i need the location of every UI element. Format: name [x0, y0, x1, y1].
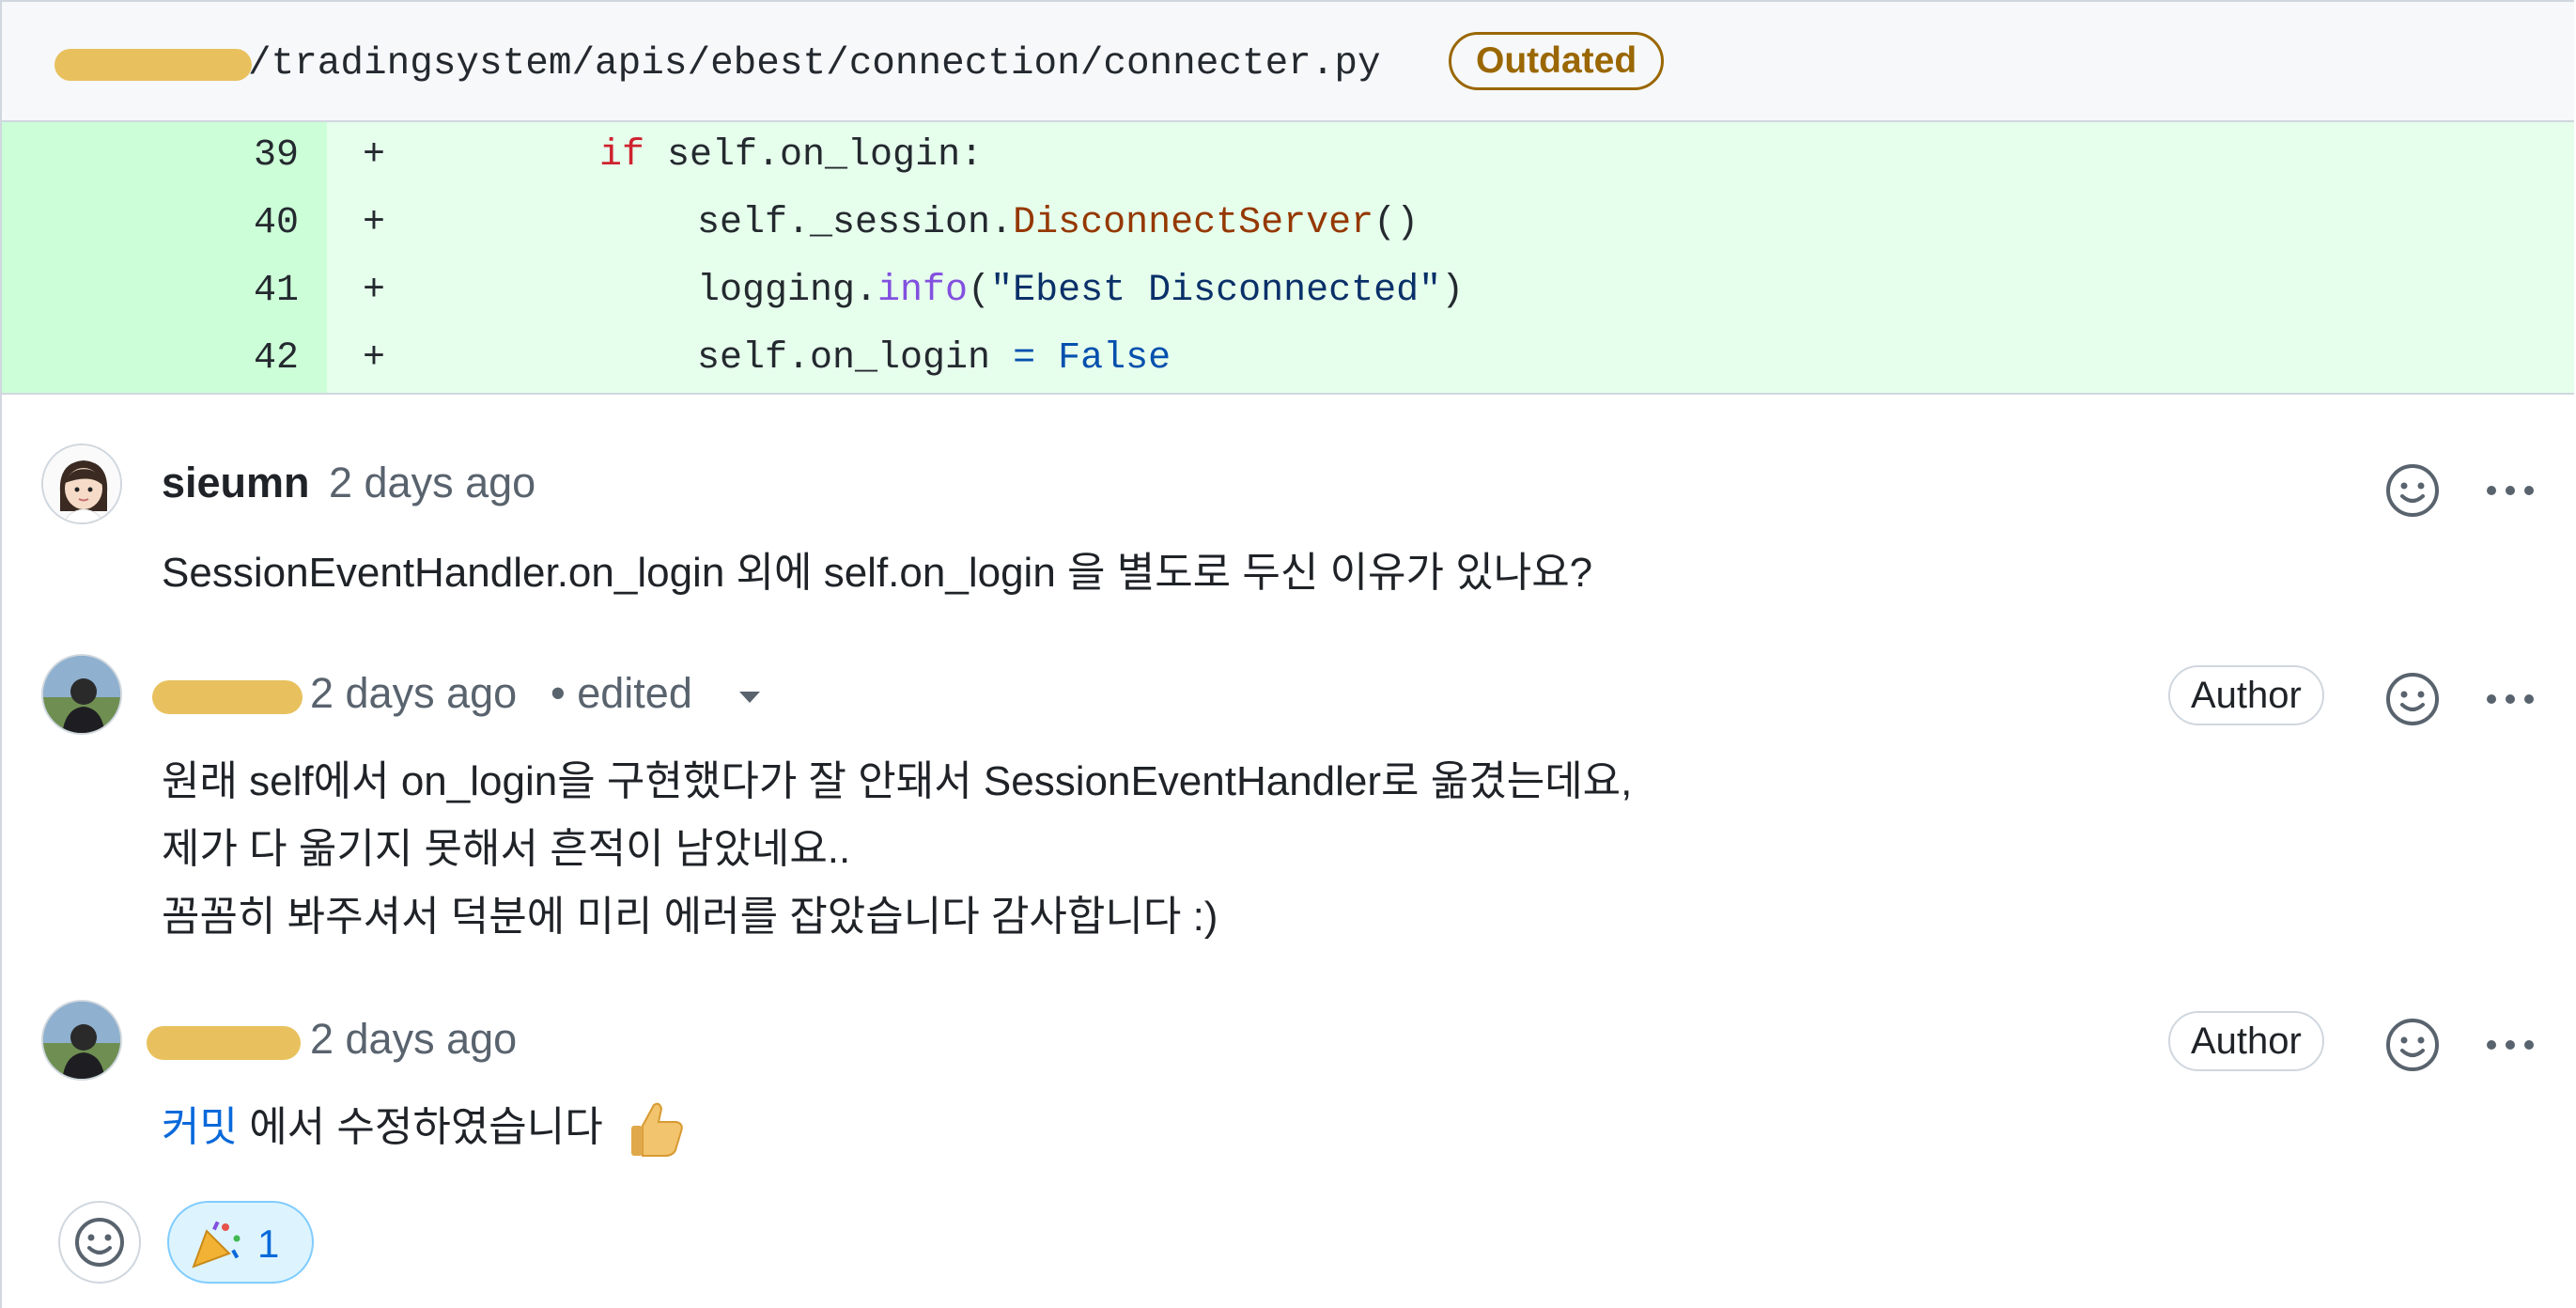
edited-indicator[interactable]: • edited [551, 667, 692, 720]
comment-timestamp[interactable]: 2 days ago [310, 1013, 517, 1066]
diff-line: 41 + logging.info("Ebest Disconnected") [2, 257, 2574, 325]
avatar-image [43, 1002, 120, 1079]
avatar[interactable] [41, 1000, 122, 1081]
kebab-horizontal-icon[interactable] [2480, 460, 2540, 521]
kebab-horizontal-icon[interactable] [2480, 1015, 2540, 1075]
triangle-down-icon[interactable] [737, 688, 763, 707]
avatar[interactable] [41, 654, 122, 735]
comment-timestamp[interactable]: 2 days ago [310, 667, 517, 720]
diff-block: 39 + if self.on_login: 40 + self._sessio… [2, 122, 2574, 395]
code-text: self.on_login: [644, 134, 984, 177]
file-path[interactable]: /tradingsystem/apis/ebest/connection/con… [248, 39, 1381, 88]
code-string: "Ebest Disconnected" [990, 270, 1442, 312]
line-number[interactable]: 40 [2, 190, 299, 257]
comment-body-line: 꼼꼼히 봐주셔서 덕분에 미리 에러를 잡았습니다 감사합니다 :) [162, 894, 1218, 940]
redacted-author [152, 680, 303, 714]
redacted-path-segment [54, 49, 252, 81]
comment-body-line: 제가 다 옮기지 못해서 흔적이 남았네요.. [162, 826, 851, 872]
added-marker: + [363, 202, 386, 244]
diff-line: 42 + self.on_login = False [2, 325, 2574, 393]
line-number[interactable]: 39 [2, 122, 299, 190]
code-constant: False [1058, 337, 1172, 380]
author-badge: Author [2168, 665, 2324, 725]
code-function: DisconnectServer [1013, 202, 1374, 244]
commit-link[interactable]: 커밋 [162, 1104, 238, 1150]
smiley-icon [75, 1218, 124, 1267]
code-line: logging.info("Ebest Disconnected") [697, 257, 1464, 325]
line-number[interactable]: 41 [2, 257, 299, 325]
reaction-count: 1 [257, 1222, 280, 1266]
diff-line: 40 + self._session.DisconnectServer() [2, 190, 2574, 257]
code-operator: = [1013, 337, 1036, 380]
avatar-image [43, 445, 120, 522]
comment-author[interactable]: sieumn [162, 457, 310, 509]
code-method: info [877, 270, 969, 312]
code-text: self._session. [697, 202, 1014, 244]
outdated-badge: Outdated [1449, 32, 1665, 90]
code-line: self.on_login = False [697, 325, 1171, 393]
code-text: () [1373, 202, 1420, 244]
smiley-icon[interactable] [2382, 460, 2443, 521]
code-text: self.on_login [697, 337, 1014, 380]
review-thread: /tradingsystem/apis/ebest/connection/con… [0, 0, 2574, 1308]
avatar-image [43, 656, 120, 733]
avatar[interactable] [41, 444, 122, 524]
line-number[interactable]: 42 [2, 325, 299, 393]
diff-line: 39 + if self.on_login: [2, 122, 2574, 190]
comment-body: 커밋 에서 수정하였습니다 [162, 1094, 603, 1161]
code-keyword: if [599, 134, 645, 177]
kebab-horizontal-icon[interactable] [2480, 669, 2540, 729]
comment-body-line: 원래 self에서 on_login을 구현했다가 잘 안돼서 SessionE… [162, 758, 1633, 804]
added-marker: + [363, 270, 386, 312]
code-text: ( [968, 270, 991, 312]
code-line: if self.on_login: [599, 122, 983, 190]
code-line: self._session.DisconnectServer() [697, 190, 1419, 257]
author-badge: Author [2168, 1011, 2324, 1071]
smiley-icon[interactable] [2382, 669, 2443, 729]
code-text: logging. [697, 270, 878, 312]
thumbs-up-icon [631, 1102, 683, 1157]
add-reaction-button[interactable] [58, 1201, 141, 1284]
comment-body-text: 에서 수정하였습니다 [237, 1104, 603, 1150]
party-popper-icon [192, 1221, 241, 1269]
smiley-icon[interactable] [2382, 1015, 2443, 1075]
added-marker: + [363, 337, 386, 380]
file-header: /tradingsystem/apis/ebest/connection/con… [2, 2, 2574, 122]
comment-timestamp[interactable]: 2 days ago [329, 457, 535, 509]
code-text: ) [1441, 270, 1465, 312]
added-marker: + [363, 134, 386, 177]
reaction-hooray[interactable]: 1 [167, 1201, 314, 1284]
comment-body: SessionEventHandler.on_login 외에 self.on_… [162, 550, 1593, 596]
redacted-author [147, 1026, 301, 1060]
